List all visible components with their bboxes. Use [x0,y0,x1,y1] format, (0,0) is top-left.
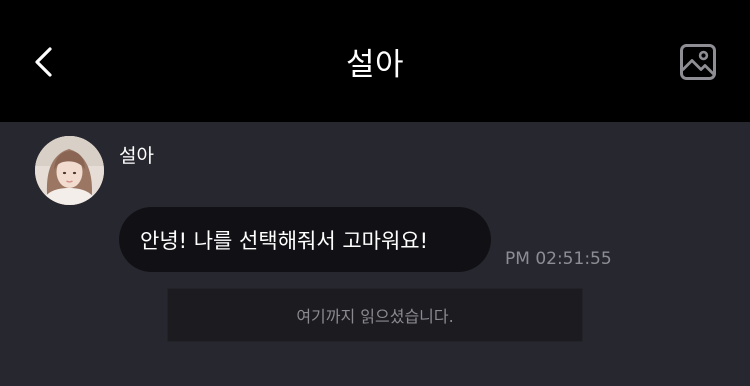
chevron-left-icon [35,47,52,77]
read-marker: 여기까지 읽으셨습니다. [167,288,583,342]
chat-screen: 설아 설아 안녕! 나를 선택해줘서 고마워요! PM 02:51:55 여기까… [0,0,750,386]
avatar-photo [35,136,104,205]
back-button[interactable] [22,38,66,86]
gallery-button[interactable] [674,38,722,86]
avatar[interactable] [35,136,104,205]
page-title: 설아 [345,46,405,83]
top-bar: 설아 [0,0,750,122]
message-bubble[interactable]: 안녕! 나를 선택해줘서 고마워요! [119,207,491,272]
message-timestamp: PM 02:51:55 [505,249,612,269]
sender-name: 설아 [119,145,154,167]
image-icon [680,44,716,80]
